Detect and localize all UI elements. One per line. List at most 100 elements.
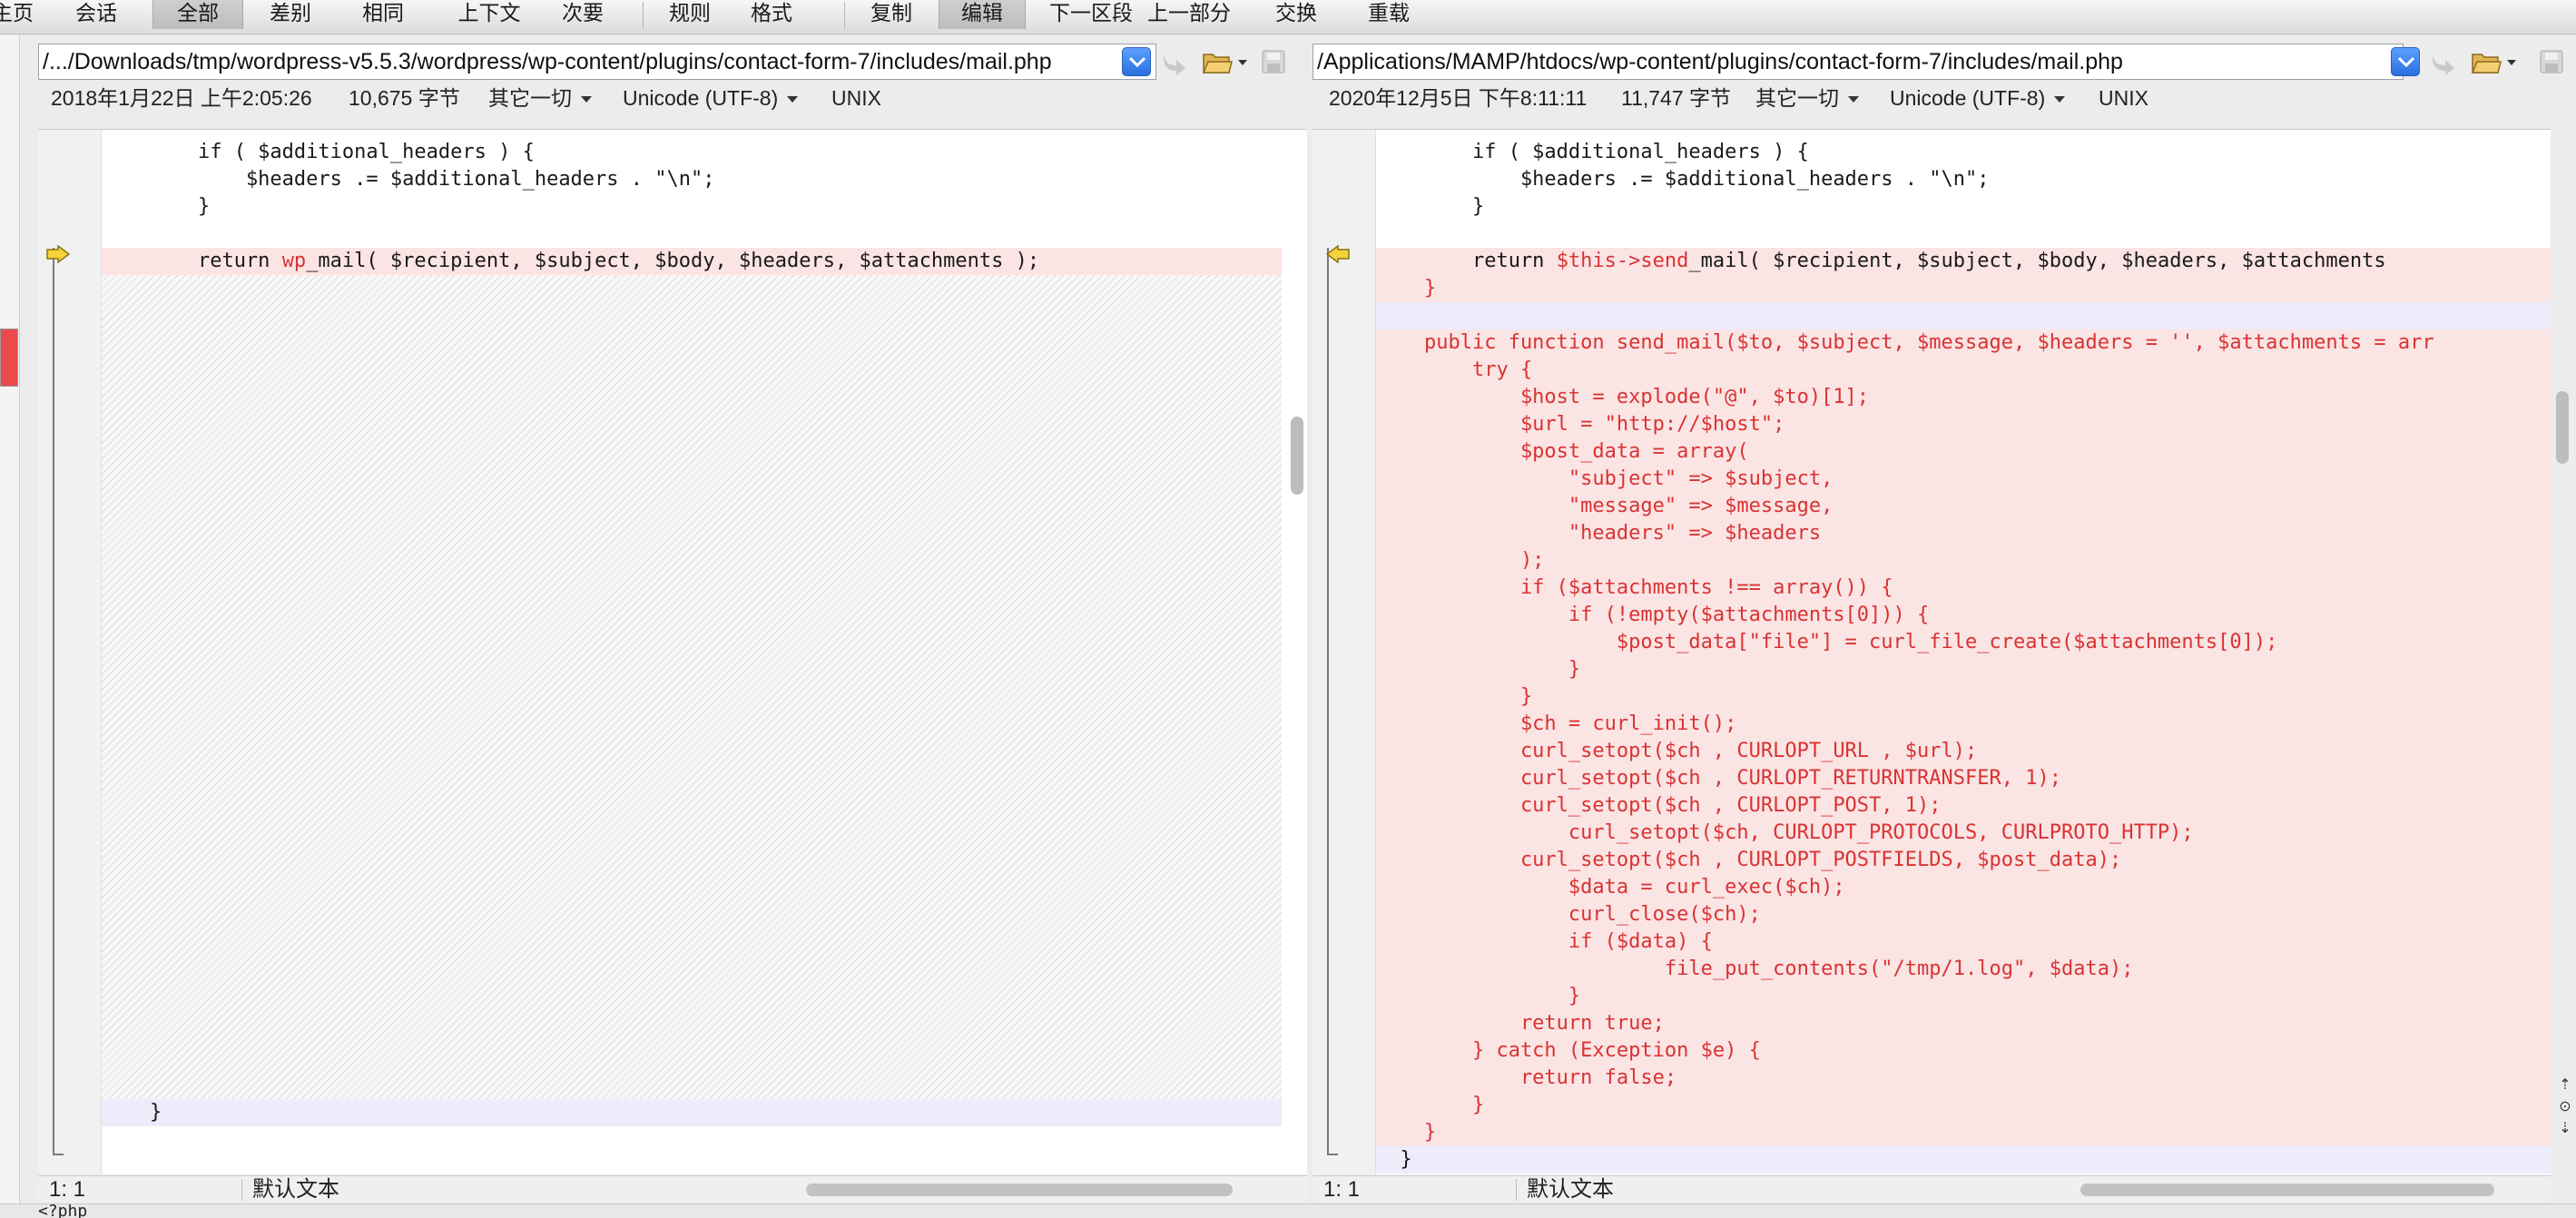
code-line[interactable]: if ($data) {	[1376, 928, 2551, 956]
left-size: 10,675 字节	[349, 86, 460, 110]
code-line[interactable]	[1376, 221, 2551, 248]
code-line[interactable]: $post_data = array(	[1376, 438, 2551, 466]
code-line[interactable]: if (!empty($attachments[0])) {	[1376, 602, 2551, 629]
code-line[interactable]: return wp_mail( $recipient, $subject, $b…	[102, 248, 1282, 275]
right-line-endings-menu[interactable]: 其它一切	[1755, 82, 1859, 114]
code-line[interactable]: }	[1376, 656, 2551, 683]
code-line[interactable]: $headers .= $additional_headers . "\n";	[102, 166, 1282, 193]
right-line-endings-label: 其它一切	[1755, 86, 1839, 110]
code-line[interactable]: "subject" => $subject,	[1376, 466, 2551, 493]
code-line[interactable]: curl_setopt($ch , CURLOPT_POSTFIELDS, $p…	[1376, 847, 2551, 874]
code-line[interactable]: $data = curl_exec($ch);	[1376, 874, 2551, 901]
view-same-button[interactable]: 相同	[356, 0, 410, 29]
save-icon[interactable]	[2536, 47, 2567, 76]
code-line[interactable]: }	[1376, 193, 2551, 221]
left-encoding-menu[interactable]: Unicode (UTF-8)	[623, 82, 799, 114]
merge-arrow-icon[interactable]	[2429, 47, 2460, 76]
right-path-dropdown[interactable]	[2391, 47, 2420, 76]
code-line[interactable]: curl_close($ch);	[1376, 901, 2551, 928]
code-line[interactable]: }	[1376, 275, 2551, 302]
right-text-mode[interactable]: 默认文本	[1527, 1176, 1614, 1203]
left-path-field[interactable]: /.../Downloads/tmp/wordpress-v5.5.3/word…	[38, 44, 1156, 80]
right-arrow-icon[interactable]	[45, 245, 71, 263]
code-line[interactable]: curl_setopt($ch , CURLOPT_RETURNTRANSFER…	[1376, 765, 2551, 792]
code-line[interactable]: try {	[1376, 357, 2551, 384]
left-line-endings-menu[interactable]: 其它一切	[488, 82, 592, 114]
status-divider	[241, 1179, 242, 1201]
folder-menu-chevron-icon[interactable]	[2505, 47, 2518, 76]
reload-button[interactable]: 重载	[1362, 0, 1416, 29]
scroll-center-icon[interactable]: ⊙	[2556, 1098, 2574, 1116]
view-context-button[interactable]: 上下文	[452, 0, 526, 29]
left-arrow-icon[interactable]	[1325, 245, 1351, 263]
right-encoding-menu[interactable]: Unicode (UTF-8)	[1890, 82, 2066, 114]
code-line[interactable]: }	[1376, 1146, 2551, 1174]
code-line[interactable]: if ( $additional_headers ) {	[102, 139, 1282, 166]
code-line[interactable]: file_put_contents("/tmp/1.log", $data);	[1376, 956, 2551, 983]
format-button[interactable]: 格式	[744, 0, 799, 29]
code-line[interactable]: } catch (Exception $e) {	[1376, 1037, 2551, 1065]
code-line[interactable]: "headers" => $headers	[1376, 520, 2551, 547]
code-line[interactable]: }	[1376, 983, 2551, 1010]
code-line[interactable]: }	[1376, 683, 2551, 711]
merge-arrow-icon[interactable]	[1160, 47, 1191, 76]
next-section-button[interactable]: 下一区段	[1047, 0, 1135, 29]
view-diffs-button[interactable]: 差别	[260, 0, 321, 29]
right-code-lines: if ( $additional_headers ) { $headers .=…	[1376, 139, 2551, 1174]
code-line[interactable]: curl_setopt($ch , CURLOPT_URL , $url);	[1376, 738, 2551, 765]
code-line[interactable]	[102, 221, 1282, 248]
code-line[interactable]: }	[102, 1099, 1282, 1126]
code-line[interactable]: }	[1376, 1092, 2551, 1119]
left-horizontal-scrollbar[interactable]	[806, 1184, 1233, 1196]
edit-button[interactable]: 编辑	[939, 0, 1026, 29]
left-date: 2018年1月22日 上午2:05:26	[51, 86, 312, 110]
code-line[interactable]: $ch = curl_init();	[1376, 711, 2551, 738]
code-line[interactable]: return true;	[1376, 1010, 2551, 1037]
difference-marker[interactable]	[0, 329, 18, 387]
save-icon[interactable]	[1258, 47, 1289, 76]
open-folder-icon[interactable]	[1202, 47, 1233, 76]
code-line[interactable]: if ($attachments !== array()) {	[1376, 575, 2551, 602]
scroll-up-icon[interactable]: ⇡	[2556, 1076, 2574, 1095]
code-text: return	[1376, 250, 1557, 272]
right-path-field[interactable]: /Applications/MAMP/htdocs/wp-content/plu…	[1313, 44, 2404, 80]
right-path-bar: /Applications/MAMP/htdocs/wp-content/plu…	[1313, 44, 2576, 80]
right-code-view[interactable]: if ( $additional_headers ) { $headers .=…	[1313, 129, 2551, 1174]
code-line[interactable]: }	[102, 193, 1282, 221]
left-pane: /.../Downloads/tmp/wordpress-v5.5.3/word…	[38, 34, 1307, 1203]
left-code-view[interactable]: if ( $additional_headers ) { $headers .=…	[38, 129, 1307, 1174]
folder-menu-chevron-icon[interactable]	[1236, 47, 1249, 76]
code-line[interactable]: if ( $additional_headers ) {	[1376, 139, 2551, 166]
swap-button[interactable]: 交换	[1269, 0, 1323, 29]
view-all-button[interactable]: 全部	[152, 0, 243, 29]
right-horizontal-scrollbar[interactable]	[2080, 1184, 2494, 1196]
home-button[interactable]: 主页	[0, 0, 36, 29]
right-pane: /Applications/MAMP/htdocs/wp-content/plu…	[1313, 34, 2576, 1203]
left-vertical-scrollbar[interactable]	[1291, 417, 1303, 495]
rules-button[interactable]: 规则	[664, 0, 715, 29]
code-line[interactable]: );	[1376, 547, 2551, 575]
code-line[interactable]: $host = explode("@", $to)[1];	[1376, 384, 2551, 411]
previous-section-button[interactable]: 上一部分	[1145, 0, 1233, 29]
scroll-down-icon[interactable]: ⇣	[2556, 1120, 2574, 1138]
left-path-dropdown[interactable]	[1122, 47, 1151, 76]
code-line[interactable]: $post_data["file"] = curl_file_create($a…	[1376, 629, 2551, 656]
code-line[interactable]: $headers .= $additional_headers . "\n";	[1376, 166, 2551, 193]
left-code-lines: if ( $additional_headers ) { $headers .=…	[102, 139, 1282, 1126]
right-vertical-scrollbar[interactable]	[2556, 391, 2569, 464]
code-line[interactable]: public function send_mail($to, $subject,…	[1376, 329, 2551, 357]
copy-button[interactable]: 复制	[866, 0, 917, 29]
code-line[interactable]: "message" => $message,	[1376, 493, 2551, 520]
minor-button[interactable]: 次要	[557, 0, 608, 29]
code-line[interactable]: }	[1376, 1119, 2551, 1146]
code-line[interactable]: $url = "http://$host";	[1376, 411, 2551, 438]
code-line[interactable]: curl_setopt($ch , CURLOPT_POST, 1);	[1376, 792, 2551, 820]
code-line[interactable]: return false;	[1376, 1065, 2551, 1092]
overview-strip[interactable]	[0, 34, 20, 1218]
code-line[interactable]: return $this->send_mail( $recipient, $su…	[1376, 248, 2551, 275]
code-line[interactable]: curl_setopt($ch, CURLOPT_PROTOCOLS, CURL…	[1376, 820, 2551, 847]
left-text-mode[interactable]: 默认文本	[252, 1176, 339, 1203]
code-line[interactable]	[1376, 302, 2551, 329]
open-folder-icon[interactable]	[2471, 47, 2502, 76]
session-button[interactable]: 会话	[71, 0, 122, 29]
